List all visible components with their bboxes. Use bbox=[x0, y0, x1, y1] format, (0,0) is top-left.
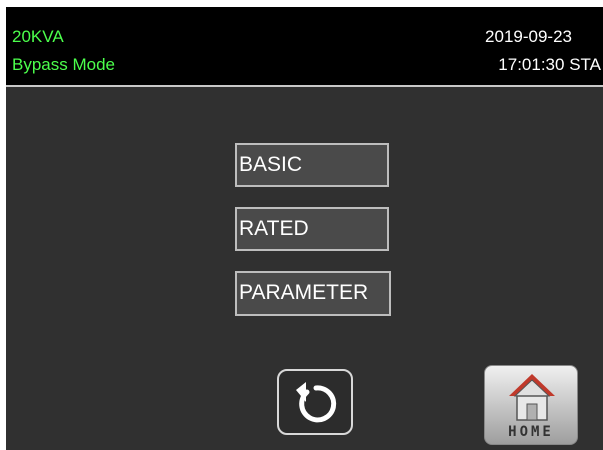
house-icon bbox=[509, 374, 555, 421]
refresh-icon bbox=[296, 382, 337, 423]
header-divider bbox=[6, 85, 603, 87]
status-header: 20KVA Bypass Mode 2019-09-23 17:01:30 ST… bbox=[6, 7, 603, 85]
back-button[interactable] bbox=[277, 369, 353, 435]
time-label: 17:01:30 STA bbox=[498, 55, 601, 74]
lcd-screen: 20KVA Bypass Mode 2019-09-23 17:01:30 ST… bbox=[6, 7, 603, 450]
model-label: 20KVA bbox=[12, 27, 64, 46]
mode-label: Bypass Mode bbox=[12, 55, 115, 74]
home-button[interactable]: HOME bbox=[484, 365, 578, 445]
parameter-button[interactable]: PARAMETER bbox=[235, 271, 391, 316]
home-label: HOME bbox=[508, 424, 554, 440]
rated-button[interactable]: RATED bbox=[235, 207, 389, 251]
date-label: 2019-09-23 bbox=[485, 27, 572, 46]
basic-button[interactable]: BASIC bbox=[235, 143, 389, 187]
